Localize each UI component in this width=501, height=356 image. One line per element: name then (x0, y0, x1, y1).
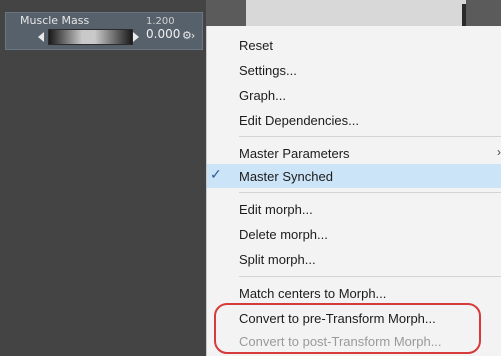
menu-item-label: Graph... (239, 88, 286, 103)
menu-separator (239, 192, 501, 193)
menu-item-delete-morph[interactable]: Delete morph... (207, 222, 501, 246)
menu-item-edit-morph[interactable]: Edit morph... (207, 197, 501, 221)
menu-separator (239, 136, 501, 137)
menu-item-label: Match centers to Morph... (239, 286, 387, 301)
menu-item-label: Delete morph... (239, 227, 328, 242)
parameter-slider[interactable] (48, 29, 133, 45)
menu-item-label: Settings... (239, 63, 297, 78)
parameters-panel (0, 0, 206, 356)
menu-item-label: Reset (239, 38, 273, 53)
menu-item-graph[interactable]: Graph... (207, 83, 501, 107)
menu-item-settings[interactable]: Settings... (207, 58, 501, 82)
menu-item-split-morph[interactable]: Split morph... (207, 247, 501, 271)
menu-item-label: Edit Dependencies... (239, 113, 359, 128)
submenu-arrow-icon: › (497, 145, 501, 159)
parameter-current-value[interactable]: 0.000 (146, 27, 180, 41)
highlight-annotation (214, 303, 481, 354)
checkmark-icon: ✓ (210, 166, 222, 182)
muscle-mass-parameter[interactable]: Muscle Mass 1.200 0.000 ⚙› (5, 12, 203, 50)
increment-arrow-icon[interactable] (133, 32, 139, 42)
gear-icon[interactable]: ⚙› (182, 29, 195, 42)
menu-item-edit-dependencies[interactable]: Edit Dependencies... (207, 108, 501, 132)
menu-item-label: Edit morph... (239, 202, 313, 217)
strip-divider (462, 4, 466, 26)
menu-item-label: Master Synched (239, 169, 333, 184)
menu-item-master-synched[interactable]: ✓ Master Synched (207, 164, 501, 188)
parameter-label: Muscle Mass (20, 14, 90, 27)
decrement-arrow-icon[interactable] (38, 32, 44, 42)
menu-separator (239, 276, 501, 277)
menu-item-master-parameters[interactable]: Master Parameters › (207, 141, 501, 165)
menu-item-match-centers[interactable]: Match centers to Morph... (207, 281, 501, 305)
menu-item-reset[interactable]: Reset (207, 33, 501, 57)
parameter-max-value: 1.200 (146, 16, 175, 27)
top-strip-highlight (246, 0, 466, 26)
menu-item-label: Master Parameters (239, 146, 350, 161)
menu-item-label: Split morph... (239, 252, 316, 267)
